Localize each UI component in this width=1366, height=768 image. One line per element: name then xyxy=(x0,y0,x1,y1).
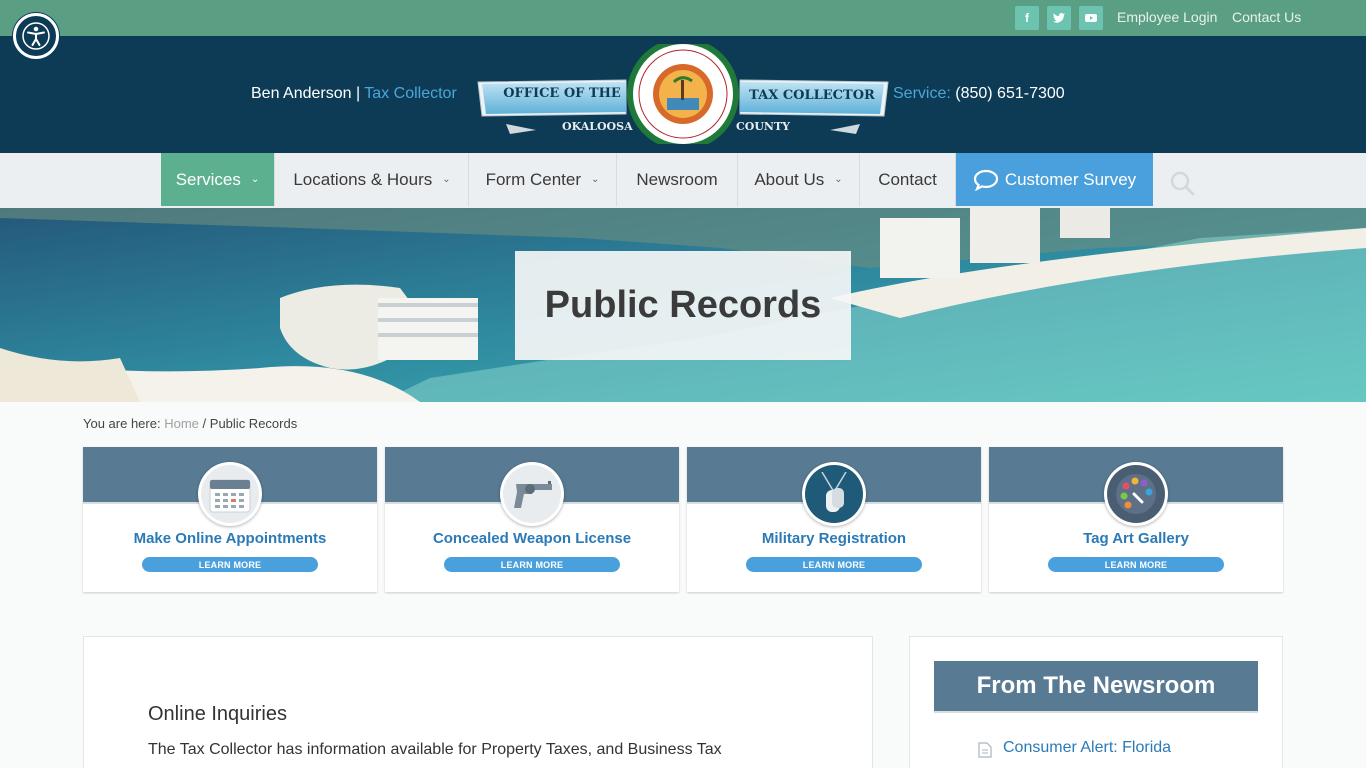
search-icon[interactable] xyxy=(1169,170,1195,200)
card-title[interactable]: Military Registration xyxy=(687,530,981,547)
nav-label: Services xyxy=(175,169,241,189)
sidebar-heading: From The Newsroom xyxy=(934,661,1258,713)
speech-bubble-icon xyxy=(973,169,999,191)
nav-newsroom[interactable]: Newsroom xyxy=(617,153,738,206)
chevron-down-icon: ⌄ xyxy=(250,174,260,185)
nav-label: Newsroom xyxy=(636,169,718,189)
breadcrumb: You are here: Home / Public Records xyxy=(83,416,297,431)
page-title: Public Records xyxy=(544,284,822,326)
accessibility-icon[interactable] xyxy=(13,13,59,59)
nav-label: Form Center xyxy=(485,169,582,189)
breadcrumb-current: Public Records xyxy=(209,416,298,431)
name-separator: | xyxy=(355,85,361,102)
section-heading: Online Inquiries xyxy=(148,703,287,725)
nav-label: About Us xyxy=(754,169,825,189)
twitter-icon[interactable] xyxy=(1047,6,1071,30)
logo-left-banner: OFFICE OF THE xyxy=(503,86,621,101)
learn-more-button[interactable]: LEARN MORE xyxy=(1048,557,1224,572)
section-text: The Tax Collector has information availa… xyxy=(148,741,722,758)
nav-about-us[interactable]: About Us ⌄ xyxy=(738,153,860,206)
service-phone: Service: (850) 651-7300 xyxy=(893,85,1065,103)
customer-survey-button[interactable]: Customer Survey xyxy=(956,153,1153,206)
chevron-down-icon: ⌄ xyxy=(442,174,451,185)
youtube-icon[interactable] xyxy=(1079,6,1103,30)
survey-label: Customer Survey xyxy=(1004,169,1137,189)
revolver-icon xyxy=(500,462,564,526)
nav-services[interactable]: Services ⌄ xyxy=(161,153,275,206)
news-item-link[interactable]: Consumer Alert: Florida xyxy=(1003,739,1171,757)
breadcrumb-separator: / xyxy=(202,416,207,431)
learn-more-button[interactable]: LEARN MORE xyxy=(142,557,318,572)
main-content: Online Inquiries The Tax Collector has i… xyxy=(83,636,873,768)
nav-label: Contact xyxy=(878,169,937,189)
card-concealed-weapon[interactable]: Concealed Weapon License LEARN MORE xyxy=(385,447,679,592)
name-text: Ben Anderson xyxy=(251,85,352,102)
employee-login-link[interactable]: Employee Login xyxy=(1117,9,1217,25)
palette-icon xyxy=(1104,462,1168,526)
calendar-icon xyxy=(198,462,262,526)
dog-tags-icon xyxy=(802,462,866,526)
chevron-down-icon: ⌄ xyxy=(591,174,600,185)
learn-more-button[interactable]: LEARN MORE xyxy=(444,557,620,572)
nav-contact[interactable]: Contact xyxy=(860,153,956,206)
logo-right-sub: COUNTY xyxy=(736,120,791,133)
newsroom-sidebar: From The Newsroom Consumer Alert: Florid… xyxy=(909,636,1283,768)
nav-label: Locations & Hours xyxy=(293,169,433,189)
logo-left-sub: OKALOOSA xyxy=(562,120,633,133)
role-text: Tax Collector xyxy=(364,85,457,102)
breadcrumb-home[interactable]: Home xyxy=(164,416,199,431)
card-online-appointments[interactable]: Make Online Appointments LEARN MORE xyxy=(83,447,377,592)
learn-more-button[interactable]: LEARN MORE xyxy=(746,557,922,572)
card-title[interactable]: Concealed Weapon License xyxy=(385,530,679,547)
facebook-icon[interactable]: f xyxy=(1015,6,1039,30)
breadcrumb-prefix: You are here: xyxy=(83,416,161,431)
nav-locations-hours[interactable]: Locations & Hours ⌄ xyxy=(276,153,469,206)
chevron-down-icon: ⌄ xyxy=(834,174,843,185)
card-title[interactable]: Tag Art Gallery xyxy=(989,530,1283,547)
contact-us-link[interactable]: Contact Us xyxy=(1232,9,1301,25)
phone-number[interactable]: (850) 651-7300 xyxy=(955,85,1064,102)
collector-name: Ben Anderson | Tax Collector xyxy=(251,85,457,103)
hero-banner: Public Records xyxy=(0,208,1366,402)
service-label: Service: xyxy=(893,85,951,102)
main-nav: Services ⌄ Locations & Hours ⌄ Form Center… xyxy=(0,153,1366,208)
site-header: Ben Anderson | Tax Collector OFFICE OF T… xyxy=(0,36,1366,153)
card-title[interactable]: Make Online Appointments xyxy=(83,530,377,547)
top-bar: f Employee Login Contact Us xyxy=(0,0,1366,36)
site-logo[interactable]: OFFICE OF THE TAX COLLECTOR OKALOOSA COU… xyxy=(476,38,890,150)
card-tag-art-gallery[interactable]: Tag Art Gallery LEARN MORE xyxy=(989,447,1283,592)
card-military-registration[interactable]: Military Registration LEARN MORE xyxy=(687,447,981,592)
nav-form-center[interactable]: Form Center ⌄ xyxy=(469,153,617,206)
page-title-box: Public Records xyxy=(515,251,851,360)
logo-right-banner: TAX COLLECTOR xyxy=(749,88,875,103)
document-icon xyxy=(978,742,992,762)
